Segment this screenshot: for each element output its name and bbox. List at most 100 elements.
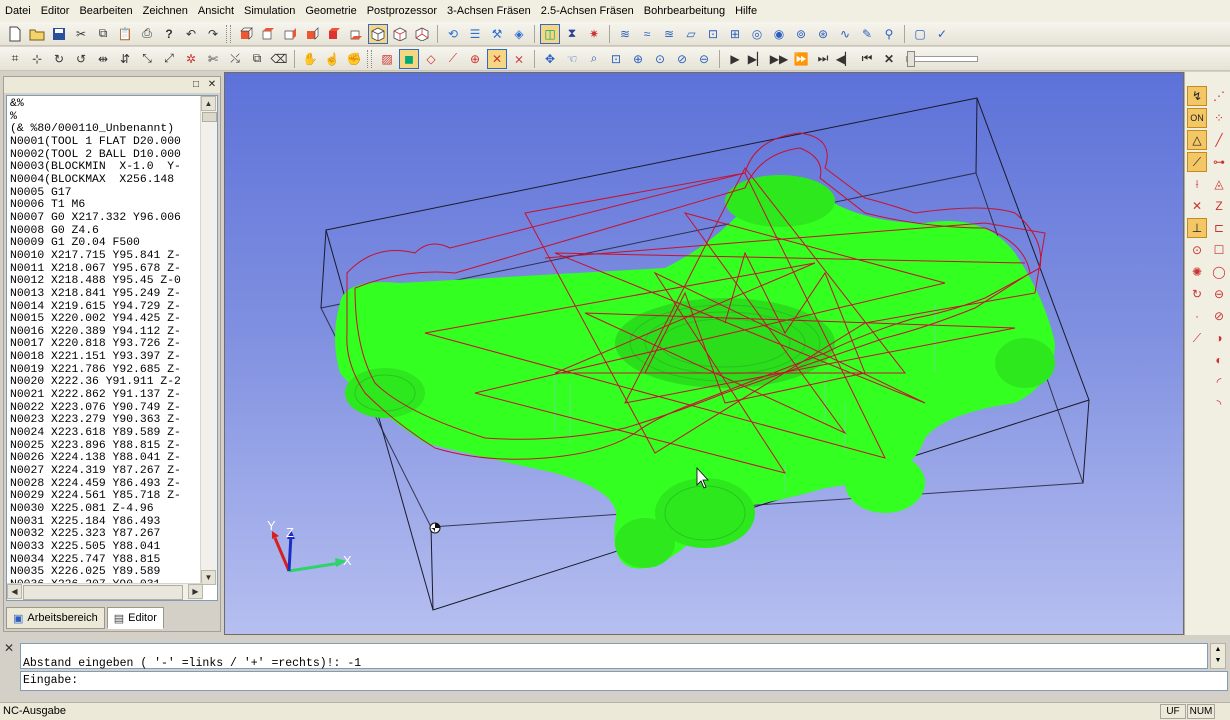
code-line[interactable]: N0024 X223.618 Y89.589 Z- <box>10 427 202 440</box>
snap-grid-icon[interactable]: ⊹ <box>27 49 47 69</box>
snap-free-icon[interactable]: ⋰ <box>1209 86 1229 106</box>
paste-icon[interactable]: 📋 <box>115 24 135 44</box>
zoom-window-icon[interactable]: ⊡ <box>606 49 626 69</box>
stop-icon[interactable]: ✕ <box>879 49 899 69</box>
code-line[interactable]: N0003(BLOCKMIN X-1.0 Y- <box>10 161 202 174</box>
maximize-icon[interactable]: □ <box>190 79 202 91</box>
snap-rect-icon[interactable]: ⊏ <box>1209 218 1229 238</box>
menu-item[interactable]: Bearbeiten <box>74 0 137 22</box>
view-iso-icon[interactable] <box>368 23 388 44</box>
hscroll-thumb[interactable] <box>23 585 183 600</box>
surface1-icon[interactable]: ≋ <box>615 24 635 44</box>
code-line[interactable]: N0026 X224.138 Y88.041 Z- <box>10 452 202 465</box>
circle2-icon[interactable]: ◉ <box>769 24 789 44</box>
view-front-icon[interactable] <box>236 24 256 44</box>
close-icon[interactable]: ✕ <box>206 79 218 91</box>
snap-perpendicular-icon[interactable]: ⊥ <box>1187 218 1207 238</box>
snap-slope-icon[interactable]: ⟋ <box>1187 328 1207 348</box>
pocket-icon[interactable]: ⊡ <box>703 24 723 44</box>
snap-endpoint-icon[interactable]: ↯ <box>1187 86 1207 106</box>
skip-end-icon[interactable]: ⏭ <box>813 49 833 69</box>
hand-move-icon[interactable]: ✊ <box>344 49 364 69</box>
wave-icon[interactable]: ∿ <box>835 24 855 44</box>
step-forward-icon[interactable]: ▶▏ <box>747 49 767 69</box>
menu-item[interactable]: Zeichnen <box>138 0 193 22</box>
scale-icon[interactable]: ⤢ <box>159 49 179 69</box>
code-line[interactable]: N0006 T1 M6 <box>10 199 202 212</box>
snap-on-icon[interactable]: ON <box>1187 108 1207 128</box>
scroll-up-icon[interactable]: ▲ <box>1211 644 1225 655</box>
redo-icon[interactable]: ↷ <box>203 24 223 44</box>
horizontal-scrollbar[interactable]: ◀ ▶ <box>7 583 203 600</box>
close-icon[interactable]: ✕ <box>4 641 14 655</box>
extend-icon[interactable]: ⤯ <box>225 49 245 69</box>
surface4-icon[interactable]: ▱ <box>681 24 701 44</box>
mirror-v-icon[interactable]: ⇵ <box>115 49 135 69</box>
menu-item[interactable]: Datei <box>0 0 36 22</box>
scroll-up-icon[interactable]: ▲ <box>201 96 216 111</box>
surface2-icon[interactable]: ≈ <box>637 24 657 44</box>
code-line[interactable]: &% <box>10 98 202 111</box>
code-line[interactable]: N0032 X225.323 Y87.267 <box>10 528 202 541</box>
speed-slider[interactable] <box>906 50 978 67</box>
command-input[interactable]: Eingabe: <box>20 671 1228 691</box>
code-line[interactable]: N0009 G1 Z0.04 F500 <box>10 237 202 250</box>
view-iso2-icon[interactable] <box>390 24 410 44</box>
code-line[interactable]: N0027 X224.319 Y87.267 Z- <box>10 465 202 478</box>
menu-item[interactable]: Ansicht <box>193 0 239 22</box>
surface3-icon[interactable]: ≊ <box>659 24 679 44</box>
scroll-down-icon[interactable]: ▼ <box>1211 655 1225 666</box>
wire-icon[interactable]: ◇ <box>421 49 441 69</box>
skip-start-icon[interactable]: ⏮ <box>857 49 877 69</box>
3d-viewport[interactable]: X Y Z <box>224 72 1184 635</box>
axis-show-icon[interactable]: ✕ <box>487 48 507 69</box>
view-iso3-icon[interactable] <box>412 24 432 44</box>
menu-item[interactable]: Simulation <box>239 0 300 22</box>
hide-icon[interactable]: ⨯ <box>509 49 529 69</box>
code-line[interactable]: N0020 X222.36 Y91.911 Z-2 <box>10 376 202 389</box>
vertical-scrollbar[interactable]: ▲ ▼ <box>200 96 217 585</box>
scroll-thumb[interactable] <box>202 112 217 122</box>
hand-select-icon[interactable]: ☝ <box>322 49 342 69</box>
menu-item[interactable]: Postprozessor <box>362 0 442 22</box>
print-icon[interactable]: ⎙ <box>137 24 157 44</box>
spiral-icon[interactable]: ⊛ <box>813 24 833 44</box>
code-line[interactable]: N0035 X226.025 Y89.589 <box>10 566 202 579</box>
snap-segment-icon[interactable]: ⟋ <box>1187 152 1207 172</box>
code-line[interactable]: N0001(TOOL 1 FLAT D20.000 <box>10 136 202 149</box>
menu-item[interactable]: Bohrbearbeitung <box>639 0 730 22</box>
code-line[interactable]: N0007 G0 X217.332 Y96.006 <box>10 212 202 225</box>
snap-z-icon[interactable]: Z <box>1209 196 1229 216</box>
view-left-icon[interactable] <box>280 24 300 44</box>
snap-dots-icon[interactable]: ⁘ <box>1209 108 1229 128</box>
check-icon[interactable]: ✓ <box>932 24 952 44</box>
grid-show-icon[interactable]: ⊕ <box>465 49 485 69</box>
menu-item[interactable]: 3-Achsen Fräsen <box>442 0 536 22</box>
command-scrollbar[interactable]: ▲ ▼ <box>1210 643 1226 669</box>
code-line[interactable]: N0013 X218.841 Y95.249 Z- <box>10 288 202 301</box>
code-line[interactable]: N0031 X225.184 Y86.493 <box>10 516 202 529</box>
snap-quadrant-icon[interactable]: ✺ <box>1187 262 1207 282</box>
zoom-out-icon[interactable]: ⊖ <box>694 49 714 69</box>
nc-code-editor[interactable]: &%% (& %80/000110_Unbenannt) N0001(TOOL 1 … <box>6 95 218 601</box>
fast-forward-icon[interactable]: ▶▶ <box>769 49 789 69</box>
save-icon[interactable] <box>49 24 69 44</box>
offset-icon[interactable]: ⧉ <box>247 49 267 69</box>
snap-center-icon[interactable]: ⊙ <box>1187 240 1207 260</box>
erase-icon[interactable]: ⌫ <box>269 49 289 69</box>
code-line[interactable]: N0005 G17 <box>10 187 202 200</box>
code-line[interactable]: N0022 X223.076 Y90.749 Z- <box>10 402 202 415</box>
trim-icon[interactable]: ✄ <box>203 49 223 69</box>
open-folder-icon[interactable] <box>27 24 47 44</box>
code-line[interactable]: % <box>10 111 202 124</box>
snap-intersection-icon[interactable]: ✕ <box>1187 196 1207 216</box>
tool-icon[interactable]: ⚒ <box>487 24 507 44</box>
code-line[interactable]: N0029 X224.561 Y85.718 Z- <box>10 490 202 503</box>
code-line[interactable]: N0018 X221.151 Y93.397 Z- <box>10 351 202 364</box>
code-line[interactable]: N0017 X220.818 Y93.726 Z- <box>10 338 202 351</box>
menu-item[interactable]: Hilfe <box>730 0 762 22</box>
code-line[interactable]: N0004(BLOCKMAX X256.148 <box>10 174 202 187</box>
code-line[interactable]: N0015 X220.002 Y94.425 Z- <box>10 313 202 326</box>
zoom-in-icon[interactable]: ⊕ <box>628 49 648 69</box>
code-line[interactable]: N0010 X217.715 Y95.841 Z- <box>10 250 202 263</box>
